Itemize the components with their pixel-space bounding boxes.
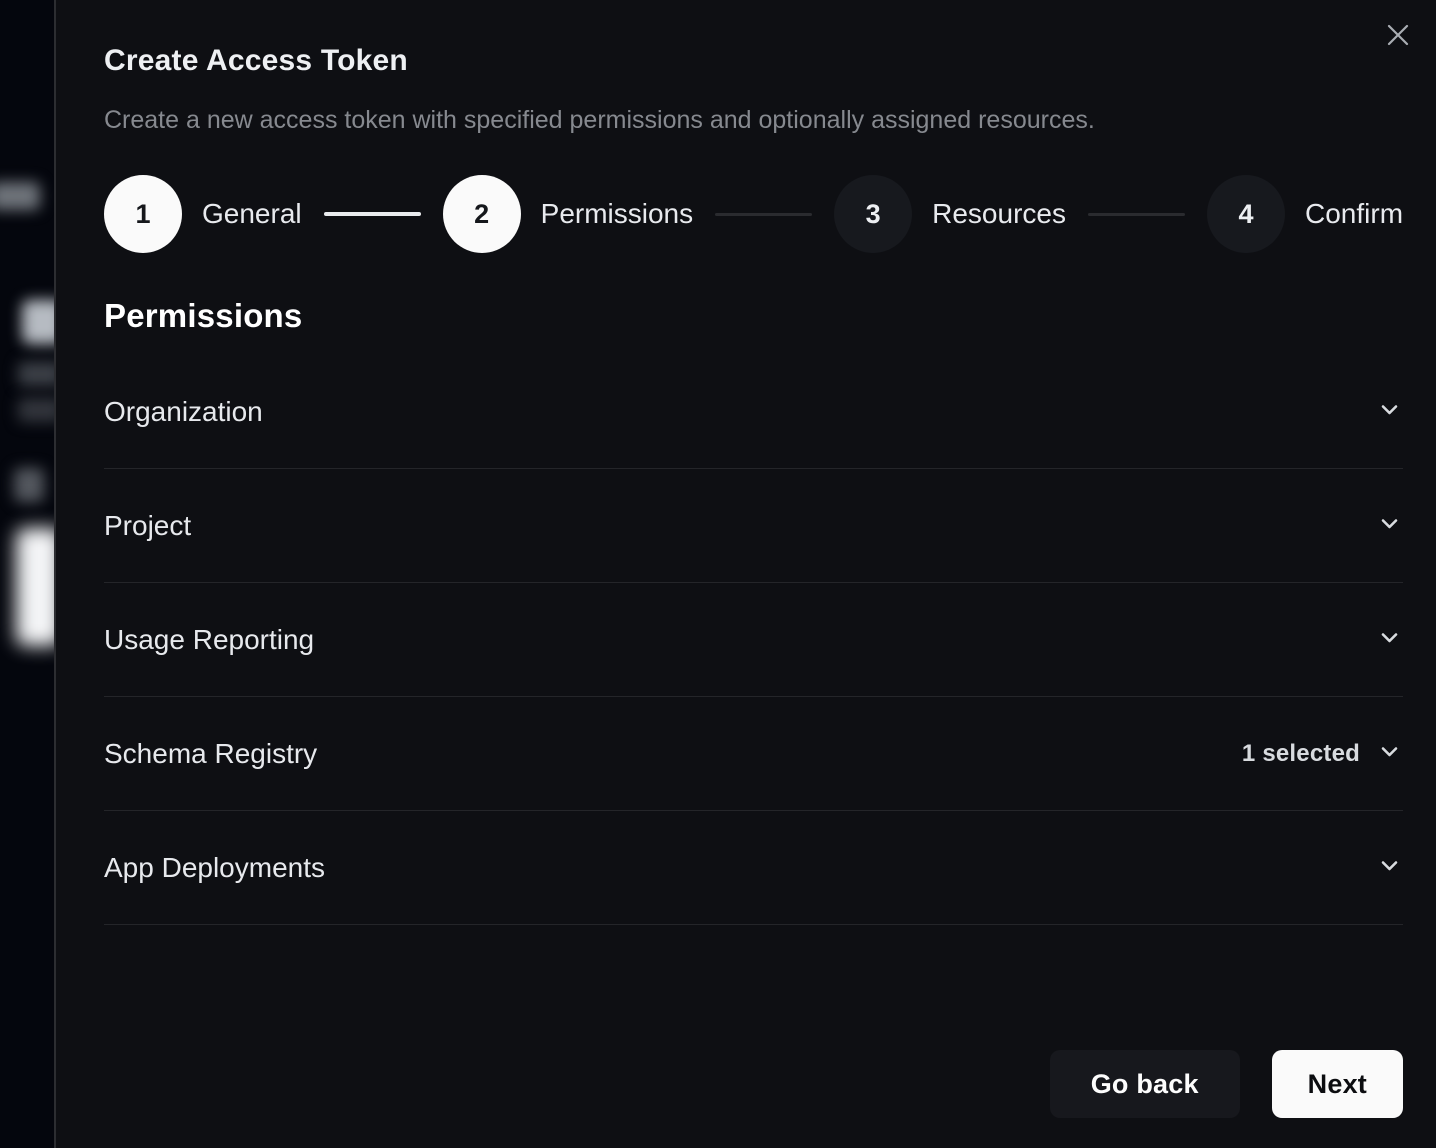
- chevron-down-icon: [1376, 396, 1403, 428]
- dialog-title: Create Access Token: [104, 0, 1403, 78]
- permission-group-row[interactable]: Organization: [104, 355, 1403, 469]
- stepper-step-permissions[interactable]: 2 Permissions: [443, 175, 693, 253]
- wizard-stepper: 1 General 2 Permissions 3 Resources 4 Co…: [104, 175, 1403, 253]
- stepper-connector: [715, 213, 812, 216]
- permission-group-row[interactable]: Project: [104, 469, 1403, 583]
- step-label: Permissions: [541, 198, 693, 230]
- dialog-subtitle: Create a new access token with specified…: [104, 106, 1403, 135]
- permission-group-label: Schema Registry: [104, 738, 317, 770]
- permission-group-row[interactable]: App Deployments: [104, 811, 1403, 925]
- step-number: 2: [443, 175, 521, 253]
- create-access-token-dialog: Create Access Token Create a new access …: [54, 0, 1436, 1148]
- permission-group-controls: [1376, 510, 1403, 542]
- step-label: Confirm: [1305, 198, 1403, 230]
- chevron-down-icon: [1376, 624, 1403, 656]
- permission-group-controls: 1 selected: [1242, 738, 1403, 770]
- page-backdrop: [0, 0, 60, 1148]
- dialog-footer: Go back Next: [1050, 1050, 1403, 1118]
- stepper-step-general[interactable]: 1 General: [104, 175, 302, 253]
- permission-group-row[interactable]: Usage Reporting: [104, 583, 1403, 697]
- permission-group-label: App Deployments: [104, 852, 325, 884]
- go-back-button[interactable]: Go back: [1050, 1050, 1240, 1118]
- permission-group-controls: [1376, 852, 1403, 884]
- chevron-down-icon: [1376, 738, 1403, 770]
- permission-group-label: Organization: [104, 396, 263, 428]
- step-number: 4: [1207, 175, 1285, 253]
- step-number: 1: [104, 175, 182, 253]
- step-label: Resources: [932, 198, 1066, 230]
- stepper-step-confirm[interactable]: 4 Confirm: [1207, 175, 1403, 253]
- backdrop-blur-text: [0, 182, 40, 210]
- stepper-connector: [1088, 213, 1185, 216]
- chevron-down-icon: [1376, 852, 1403, 884]
- stepper-connector: [324, 212, 421, 216]
- section-heading: Permissions: [104, 297, 1403, 335]
- permission-group-controls: [1376, 624, 1403, 656]
- step-label: General: [202, 198, 302, 230]
- permission-group-row[interactable]: Schema Registry 1 selected: [104, 697, 1403, 811]
- selected-count-badge: 1 selected: [1242, 740, 1360, 768]
- backdrop-blur-icon: [14, 468, 44, 502]
- permission-group-controls: [1376, 396, 1403, 428]
- permissions-accordion: Organization Project Usage Reporting: [104, 355, 1403, 925]
- stepper-step-resources[interactable]: 3 Resources: [834, 175, 1066, 253]
- next-button[interactable]: Next: [1272, 1050, 1403, 1118]
- step-number: 3: [834, 175, 912, 253]
- permission-group-label: Project: [104, 510, 191, 542]
- chevron-down-icon: [1376, 510, 1403, 542]
- permission-group-label: Usage Reporting: [104, 624, 314, 656]
